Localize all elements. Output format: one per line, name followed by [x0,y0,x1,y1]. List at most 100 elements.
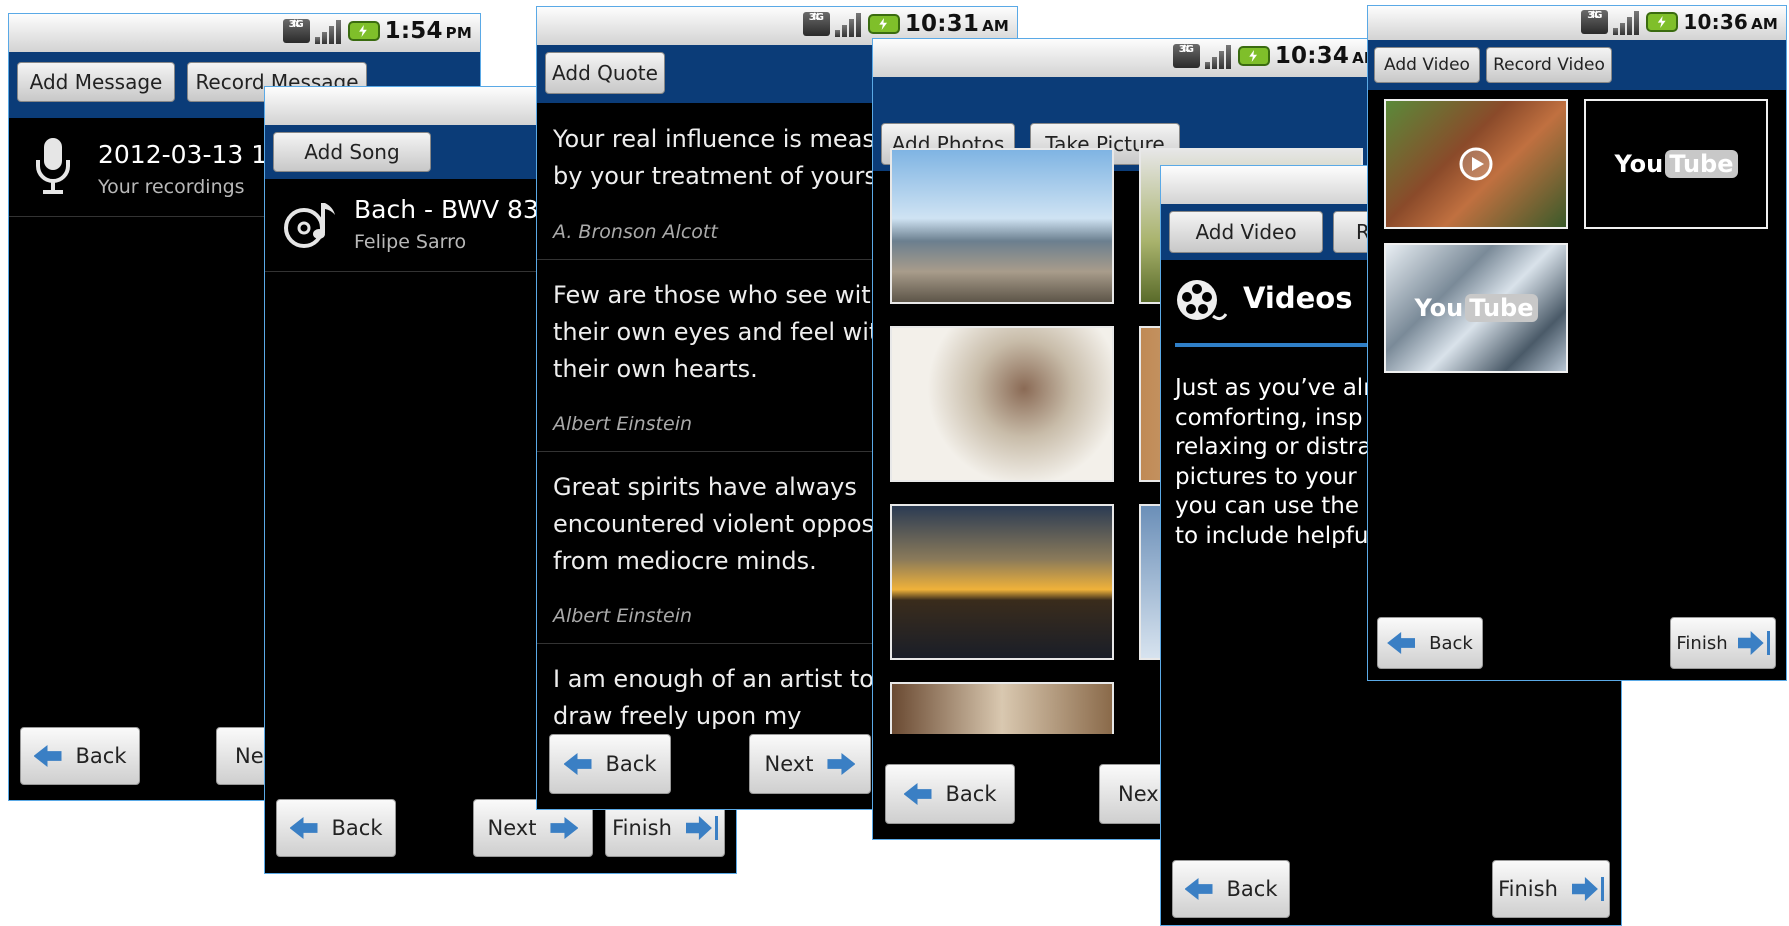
youtube-you: You [1414,294,1464,322]
3g-icon: 3G [802,12,830,36]
clock-ampm: AM [982,17,1009,35]
youtube-tube: Tube [1465,294,1538,322]
back-arrow-icon [1387,632,1416,654]
finish-button[interactable]: Finish [1492,860,1610,918]
back-button[interactable]: Back [1377,617,1483,669]
3g-icon: 3G [1172,44,1200,68]
back-label: Back [331,816,383,840]
recording-title: 2012-03-13 13 [98,140,284,169]
body-line: pictures to your [1175,463,1357,490]
finish-label: Finish [1676,632,1728,654]
battery-charging-icon [1646,12,1679,32]
back-button[interactable]: Back [1172,860,1290,918]
back-label: Back [1226,877,1278,901]
clock: 10:36 AM [1683,10,1778,34]
youtube-logo: You Tube [1386,245,1566,371]
back-arrow-icon [1184,878,1213,900]
3g-icon: 3G [1581,10,1609,34]
quote-line: encountered violent oppos [553,510,874,538]
add-quote-button[interactable]: Add Quote [545,52,665,94]
quote-line: Your real influence is meas [553,125,875,153]
clock-time: 10:34 [1274,43,1350,69]
photo-sunset[interactable] [890,504,1114,660]
quote-line: draw freely upon my [553,702,802,730]
clock-time: 10:36 [1683,10,1749,34]
finish-button[interactable]: Finish [1670,617,1776,669]
quote-line: Great spirits have always [553,473,857,501]
battery-charging-icon [347,21,380,41]
back-label: Back [945,782,997,806]
video-thumbnail-waterfall[interactable] [1384,99,1568,229]
back-arrow-icon [903,783,932,805]
microphone-icon [36,138,70,194]
next-arrow-icon [827,753,856,775]
quote-line: by your treatment of yours [553,162,877,190]
back-button[interactable]: Back [276,799,396,857]
back-button[interactable]: Back [20,727,140,785]
clock-time: 10:31 [904,11,980,37]
clock: 10:34AM [1274,43,1371,69]
clock: 10:31 AM [905,11,1009,37]
recording-subtitle: Your recordings [98,176,245,198]
back-label: Back [605,752,657,776]
youtube-logo: You Tube [1586,101,1766,227]
film-reel-icon [1177,280,1227,321]
back-arrow-icon [33,745,62,767]
clock-time: 1:54 [384,18,443,44]
add-video-button[interactable]: Add Video [1169,211,1323,253]
quote-author: Albert Einstein [553,413,693,435]
battery-charging-icon [867,14,900,34]
signal-icon [1204,43,1233,69]
battery-charging-icon [1237,46,1270,66]
photo-father-daughter[interactable] [890,326,1114,482]
record-video-button[interactable]: Record Video [1486,47,1612,83]
next-label: Next [487,816,537,840]
back-button[interactable]: Back [885,764,1015,824]
song-artist: Felipe Sarro [354,231,467,253]
signal-icon [1613,9,1641,35]
videos-heading: Videos [1243,281,1353,315]
quote-author: Albert Einstein [553,605,693,627]
status-bar: 3G 10:36AM [1368,6,1786,41]
finish-label: Finish [1498,877,1558,901]
back-label: Back [75,744,127,768]
clock-ampm: AM [1751,15,1778,33]
youtube-tube: Tube [1665,150,1738,178]
add-video-button[interactable]: Add Video [1374,47,1480,83]
body-line: comforting, insp [1175,404,1363,431]
add-message-button[interactable]: Add Message [17,62,175,102]
quote-line: Few are those who see wit [553,281,871,309]
video-thumbnail-youtube[interactable]: You Tube [1584,99,1768,229]
photo-mountain-hikers[interactable] [890,148,1114,304]
body-line: relaxing or distra [1175,434,1372,460]
signal-icon [314,18,343,44]
back-arrow-icon [563,753,592,775]
body-line: to include helpfu [1175,522,1369,549]
next-label: Next [764,752,814,776]
add-song-button[interactable]: Add Song [273,132,431,172]
back-label: Back [1429,632,1473,654]
status-bar: 3G 1:54PM [9,14,480,53]
play-icon [1459,147,1493,181]
finish-arrow-icon [1738,631,1770,655]
back-button[interactable]: Back [549,734,671,794]
photo-family[interactable] [890,682,1114,734]
status-bar: 3G 10:34AM [873,39,1371,78]
finish-label: Finish [612,816,672,840]
3g-icon: 3G [282,19,310,43]
signal-icon [834,11,863,37]
next-arrow-icon [550,817,579,839]
finish-arrow-icon [686,816,718,840]
video-thumbnail-mountain[interactable]: You Tube [1384,243,1568,373]
videos-screen: 3G 10:36AM Add Video Record Video YouTub… [1367,5,1787,681]
music-disc-icon [284,203,335,248]
next-button[interactable]: Next [749,734,871,794]
quote-author: A. Bronson Alcott [553,221,718,243]
quote-line: I am enough of an artist to [553,665,874,693]
body-line: you can use the ‘ [1175,493,1374,519]
quote-line: their own hearts. [553,355,758,383]
clock: 1:54 PM [385,18,472,44]
song-title: Bach - BWV 830 [354,195,555,224]
videos-body-text: Just as you’ve alr comforting, insp rela… [1175,374,1374,551]
finish-arrow-icon [1572,877,1604,901]
